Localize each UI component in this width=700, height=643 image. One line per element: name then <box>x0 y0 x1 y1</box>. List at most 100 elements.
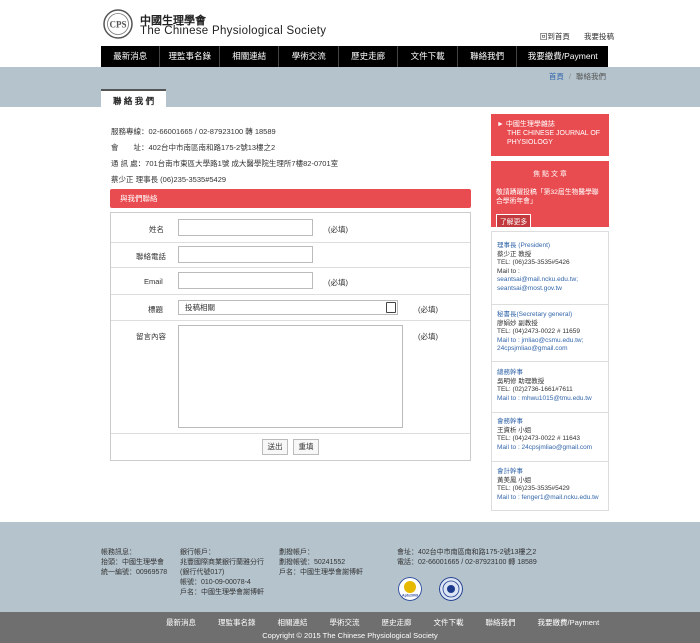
contact-form-header: 與我們聯絡 <box>110 189 471 208</box>
officer-member-affairs: 會務幹事 王資析 小姐 TEL: (04)2473-0022 # 11643 M… <box>497 418 592 452</box>
subject-select[interactable]: 投稿相關 <box>178 300 398 315</box>
officer-tel: TEL: (06)235-3535#5426 <box>497 259 570 266</box>
footer-nav-directors[interactable]: 理監事名錄 <box>218 617 256 628</box>
select-dropdown-icon[interactable] <box>386 302 396 313</box>
officer-name: 蔡少正 教授 <box>497 250 532 258</box>
breadcrumb-current: 聯絡我們 <box>576 72 606 81</box>
society-seal-icon[interactable] <box>439 577 463 601</box>
submit-paper-link[interactable]: 我要投稿 <box>584 32 614 41</box>
message-required: (必填) <box>418 332 438 341</box>
officer-secretary: 秘書長(Secretary general) 廖娟妙 副教授 TEL: (04)… <box>497 311 583 354</box>
footer-nav: 最新消息 理監事名錄 相關連結 學術交流 歷史走廊 文件下載 聯絡我們 我要繳費… <box>166 617 621 628</box>
officer-email-link[interactable]: seantsai@most.gov.tw <box>497 285 578 294</box>
officer-name: 王資析 小姐 <box>497 426 532 434</box>
footer-bank-info: 銀行帳戶： 兆豐國際商業銀行蘭雅分行 (銀行代號017) 帳號：010-09-0… <box>180 548 264 598</box>
footer-bottom-bar: 最新消息 理監事名錄 相關連結 學術交流 歷史走廊 文件下載 聯絡我們 我要繳費… <box>0 612 700 643</box>
footer-text: 劃撥帳戶： <box>279 549 314 556</box>
president-contact: 蔡少正 理事長 (06)235-3535#5429 <box>111 175 227 184</box>
footer-postal-info: 劃撥帳戶： 劃撥帳號：50241552 戶名：中國生理學會謝博軒 <box>279 548 363 578</box>
footer-nav-news[interactable]: 最新消息 <box>166 617 196 628</box>
site-header: CPS 中國生理學會 The Chinese Physiological Soc… <box>0 0 700 46</box>
footer-text: 帳號：010-09-00078-4 <box>180 579 251 586</box>
officer-name: 黃美鳳 小姐 <box>497 476 532 484</box>
phone-input[interactable] <box>178 246 313 263</box>
nav-downloads[interactable]: 文件下載 <box>398 46 458 67</box>
officer-divider <box>492 461 608 462</box>
journal-title-zh: ► 中國生理學雜誌 <box>497 121 555 128</box>
officer-tel: TEL: (04)2473-0022 # 11659 <box>497 328 580 335</box>
focus-article-link[interactable]: 敬請踴躍投稿「第32屆生物醫學聯 合學術年會」 <box>496 188 609 206</box>
message-label: 留言內容 <box>136 332 166 341</box>
nav-payment[interactable]: 我要繳費/Payment <box>517 46 608 67</box>
officer-divider <box>492 304 608 305</box>
officers-panel: 理事長 (President) 蔡少正 教授 TEL: (06)235-3535… <box>491 231 609 511</box>
focus-title: 焦 點 文 章 <box>533 171 567 178</box>
footer-nav-links[interactable]: 相關連結 <box>278 617 308 628</box>
society-logo-icon[interactable]: CPS <box>102 8 138 40</box>
officer-president: 理事長 (President) 蔡少正 教授 TEL: (06)235-3535… <box>497 242 578 293</box>
breadcrumb-separator: / <box>568 72 571 81</box>
officer-role: 總務幹事 <box>497 369 523 376</box>
learn-more-button[interactable]: 了解更多 <box>496 214 532 228</box>
nav-directors[interactable]: 理監事名錄 <box>160 46 220 67</box>
society-address: 會 址：402台中市南區南和路175-2號13樓之2 <box>111 143 276 152</box>
officer-email-link[interactable]: seantsai@mail.ncku.edu.tw; <box>497 276 578 285</box>
apts-badge-icon[interactable]: Apts2009 <box>398 577 422 601</box>
service-phone: 服務專線：02-66001665 / 02-87923100 轉 18589 <box>111 127 276 136</box>
footer-nav-history[interactable]: 歷史走廊 <box>382 617 412 628</box>
home-link[interactable]: 回到首頁 <box>540 32 570 41</box>
officer-tel: TEL: (02)2736-1661#7611 <box>497 386 573 393</box>
footer-text: 戶名：中國生理學會謝博軒 <box>180 589 264 596</box>
email-input[interactable] <box>178 272 313 289</box>
officer-email-link[interactable]: Mail to : 24cpsjmliao@gmail.com <box>497 444 592 453</box>
footer-nav-downloads[interactable]: 文件下載 <box>434 617 464 628</box>
name-input[interactable] <box>178 219 313 236</box>
footer-text: 兆豐國際商業銀行蘭雅分行 <box>180 559 264 566</box>
breadcrumb-home[interactable]: 首頁 <box>549 72 564 81</box>
footer-address-info: 會址：402台中市南區南和路175-2號13樓之2 電話：02-66001665… <box>397 548 537 568</box>
footer-text: 戶名：中國生理學會謝博軒 <box>279 569 363 576</box>
officer-divider <box>492 361 608 362</box>
footer-billing-info: 帳務訊息： 抬頭：中國生理學會 統一編號：00969578 <box>101 548 167 578</box>
journal-banner[interactable]: ► 中國生理學雜誌 THE CHINESE JOURNAL OF PHYSIOL… <box>491 114 609 156</box>
site-footer: 帳務訊息： 抬頭：中國生理學會 統一編號：00969578 銀行帳戶： 兆豐國際… <box>0 522 700 612</box>
footer-nav-academic[interactable]: 學術交流 <box>330 617 360 628</box>
nav-history[interactable]: 歷史走廊 <box>339 46 399 67</box>
footer-text: 銀行帳戶： <box>180 549 215 556</box>
footer-nav-payment[interactable]: 我要繳費/Payment <box>538 617 600 628</box>
officer-email-link[interactable]: 24cpsjmliao@gmail.com <box>497 345 583 354</box>
officer-name: 廖娟妙 副教授 <box>497 319 538 327</box>
footer-text: (銀行代號017) <box>180 569 225 576</box>
officer-tel: TEL: (06)235-3535#5429 <box>497 485 570 492</box>
email-required: (必填) <box>328 278 348 287</box>
form-row-subject: 標題 投稿相關 (必填) <box>111 295 470 321</box>
officer-general-affairs: 總務幹事 吳明修 助理教授 TEL: (02)2736-1661#7611 Ma… <box>497 369 592 403</box>
copyright: Copyright © 2015 The Chinese Physiologic… <box>262 631 438 640</box>
nav-news[interactable]: 最新消息 <box>101 46 161 67</box>
officer-email-link[interactable]: Mail to : jmliao@csmu.edu.tw; <box>497 337 583 346</box>
footer-text: 電話：02-66001665 / 02-87923100 轉 18589 <box>397 559 537 566</box>
footer-text: 統一編號：00969578 <box>101 569 168 576</box>
officer-email-link[interactable]: Mail to : mhwu1015@tmu.edu.tw <box>497 395 592 404</box>
subject-label: 標題 <box>148 305 163 314</box>
nav-academic[interactable]: 學術交流 <box>279 46 339 67</box>
footer-nav-contact[interactable]: 聯絡我們 <box>486 617 516 628</box>
nav-contact[interactable]: 聯絡我們 <box>458 46 518 67</box>
main-nav: 最新消息 理監事名錄 相關連結 學術交流 歷史走廊 文件下載 聯絡我們 我要繳費… <box>101 46 608 67</box>
officer-role: 理事長 (President) <box>497 242 551 249</box>
focus-article-line1: 敬請踴躍投稿「第32屆生物醫學聯 <box>496 189 599 196</box>
nav-links[interactable]: 相關連結 <box>220 46 280 67</box>
site-title-en[interactable]: The Chinese Physiological Society <box>140 25 326 37</box>
reset-button[interactable]: 重填 <box>293 439 319 455</box>
focus-article-line2: 合學術年會」 <box>496 198 537 205</box>
footer-text: 帳務訊息： <box>101 549 136 556</box>
footer-text: 劃撥帳號：50241552 <box>279 559 346 566</box>
submit-button[interactable]: 送出 <box>262 439 288 455</box>
subject-required: (必填) <box>418 305 438 314</box>
officer-role: 會計幹事 <box>497 468 523 475</box>
badge-text: Apts2009 <box>402 594 418 598</box>
officer-email-link[interactable]: Mail to : fenger1@mail.ncku.edu.tw <box>497 494 599 503</box>
mailing-address: 通 訊 處：701台南市東區大學路1號 成大醫學院生理所7樓82-0701室 <box>111 159 339 168</box>
message-textarea[interactable] <box>178 325 403 428</box>
page-title: 聯 絡 我 們 <box>101 89 167 107</box>
